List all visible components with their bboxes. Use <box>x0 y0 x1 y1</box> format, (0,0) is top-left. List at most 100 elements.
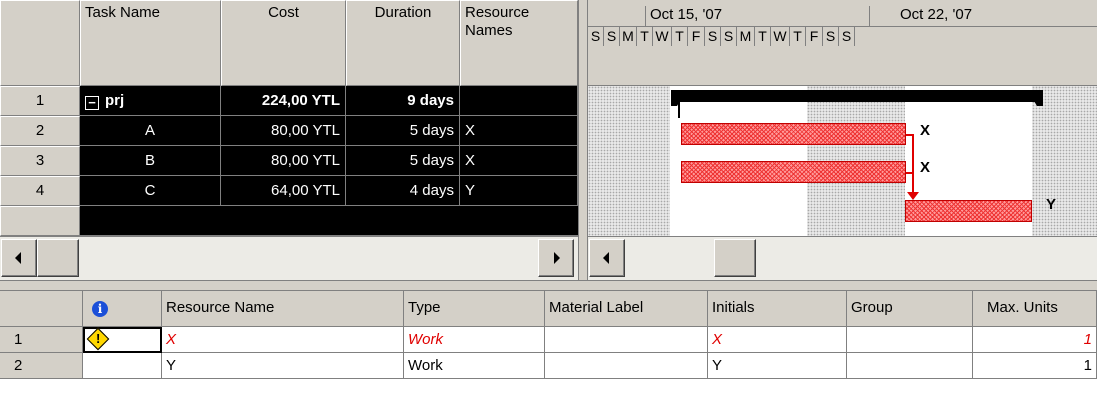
timescale-top-tier: Oct 15, '07 Oct 22, '07 <box>588 0 1097 27</box>
material-label-cell[interactable] <box>545 353 708 379</box>
indicator-cell[interactable]: ! <box>83 327 162 353</box>
day-label: S <box>839 27 855 46</box>
summary-start-cap <box>671 96 683 106</box>
row-number[interactable]: 1 <box>0 327 83 353</box>
arrow-left-icon <box>603 252 609 264</box>
task-bar-b[interactable] <box>681 161 906 183</box>
day-label: S <box>705 27 721 46</box>
col-header-task-name[interactable]: Task Name <box>80 0 221 86</box>
scroll-thumb[interactable] <box>37 239 79 277</box>
warning-mark: ! <box>96 331 101 346</box>
task-table: Task Name Cost Duration Resource Names 1… <box>0 0 578 280</box>
task-name-cell[interactable]: A <box>80 116 221 146</box>
cost-cell[interactable]: 224,00 YTL <box>221 86 346 116</box>
duration-cell[interactable]: 4 days <box>346 176 460 206</box>
duration-cell[interactable]: 5 days <box>346 116 460 146</box>
col-header-indicators[interactable]: i <box>83 291 162 327</box>
row-number[interactable] <box>0 206 80 236</box>
col-header-type[interactable]: Type <box>404 291 545 327</box>
nonworking-shading <box>588 86 670 236</box>
day-label: T <box>637 27 653 46</box>
week-label: Oct 22, '07 <box>900 6 973 23</box>
gantt-chart: Oct 15, '07 Oct 22, '07 S S M T W T F S … <box>588 0 1097 280</box>
week-label: Oct 15, '07 <box>650 6 870 26</box>
horizontal-scrollbar[interactable] <box>0 236 578 280</box>
day-label: W <box>653 27 672 46</box>
day-label: F <box>806 27 823 46</box>
task-name-cell[interactable]: C <box>80 176 221 206</box>
duration-cell[interactable]: 9 days <box>346 86 460 116</box>
resource-name-cell[interactable]: X <box>162 327 404 353</box>
empty-cell[interactable] <box>80 206 578 236</box>
scroll-left-button[interactable] <box>589 239 625 277</box>
resource-names-cell[interactable]: X <box>460 116 578 146</box>
scroll-right-button[interactable] <box>538 239 574 277</box>
col-header-material-label[interactable]: Material Label <box>545 291 708 327</box>
task-name: prj <box>105 92 125 109</box>
select-all-corner[interactable] <box>0 291 83 327</box>
day-label: W <box>771 27 790 46</box>
col-header-cost[interactable]: Cost <box>221 0 346 86</box>
col-header-duration[interactable]: Duration <box>346 0 460 86</box>
group-cell[interactable] <box>847 327 973 353</box>
task-name-cell[interactable]: B <box>80 146 221 176</box>
resource-names-cell[interactable]: Y <box>460 176 578 206</box>
gantt-horizontal-scrollbar[interactable] <box>588 236 1097 280</box>
resource-name-cell[interactable]: Y <box>162 353 404 379</box>
col-header-group[interactable]: Group <box>847 291 973 327</box>
info-icon: i <box>92 301 108 317</box>
resource-names-cell[interactable]: X <box>460 146 578 176</box>
max-units-cell[interactable]: 1 <box>973 353 1097 379</box>
pane-splitter[interactable] <box>578 0 588 280</box>
material-label-cell[interactable] <box>545 327 708 353</box>
indicator-cell[interactable] <box>83 353 162 379</box>
initials-cell[interactable]: Y <box>708 353 847 379</box>
max-units-cell[interactable]: 1 <box>973 327 1097 353</box>
gantt-body: X X Y <box>588 86 1097 236</box>
initials-cell[interactable]: X <box>708 327 847 353</box>
type-cell[interactable]: Work <box>404 353 545 379</box>
task-bar-a[interactable] <box>681 123 906 145</box>
bar-label: X <box>920 122 931 139</box>
scroll-thumb[interactable] <box>714 239 756 277</box>
row-number[interactable]: 3 <box>0 146 80 176</box>
arrow-left-icon <box>15 252 21 264</box>
row-number[interactable]: 2 <box>0 116 80 146</box>
select-all-corner[interactable] <box>0 0 80 86</box>
task-name-cell[interactable]: − prj <box>80 86 221 116</box>
resource-names-cell[interactable] <box>460 86 578 116</box>
day-label: S <box>823 27 839 46</box>
row-number[interactable]: 2 <box>0 353 83 379</box>
col-header-initials[interactable]: Initials <box>708 291 847 327</box>
day-label: S <box>721 27 737 46</box>
view-divider[interactable] <box>0 280 1097 291</box>
cost-cell[interactable]: 80,00 YTL <box>221 116 346 146</box>
task-bar-c[interactable] <box>905 200 1032 222</box>
col-label: Resource Names <box>465 4 530 39</box>
cost-cell[interactable]: 80,00 YTL <box>221 146 346 176</box>
bar-label: X <box>920 159 931 176</box>
group-cell[interactable] <box>847 353 973 379</box>
type-cell[interactable]: Work <box>404 327 545 353</box>
week-label <box>588 6 646 26</box>
cost-cell[interactable]: 64,00 YTL <box>221 176 346 206</box>
col-header-max-units[interactable]: Max. Units <box>973 291 1097 327</box>
summary-bar[interactable] <box>671 90 1043 102</box>
resource-table: i Resource Name Type Material Label Init… <box>0 291 1097 408</box>
bar-label: Y <box>1046 196 1057 213</box>
col-header-resource-names[interactable]: Resource Names <box>460 0 578 86</box>
day-label: M <box>737 27 755 46</box>
col-label: Task Name <box>85 4 161 21</box>
row-number[interactable]: 4 <box>0 176 80 206</box>
day-label: T <box>672 27 688 46</box>
col-header-resource-name[interactable]: Resource Name <box>162 291 404 327</box>
dependency-link <box>912 134 914 192</box>
timescale-header: Oct 15, '07 Oct 22, '07 S S M T W T F S … <box>588 0 1097 86</box>
scroll-left-button[interactable] <box>1 239 37 277</box>
collapse-icon[interactable]: − <box>85 96 99 110</box>
summary-start-marker <box>678 92 680 118</box>
day-label: F <box>688 27 705 46</box>
duration-cell[interactable]: 5 days <box>346 146 460 176</box>
row-number[interactable]: 1 <box>0 86 80 116</box>
summary-end-cap <box>1031 96 1043 106</box>
